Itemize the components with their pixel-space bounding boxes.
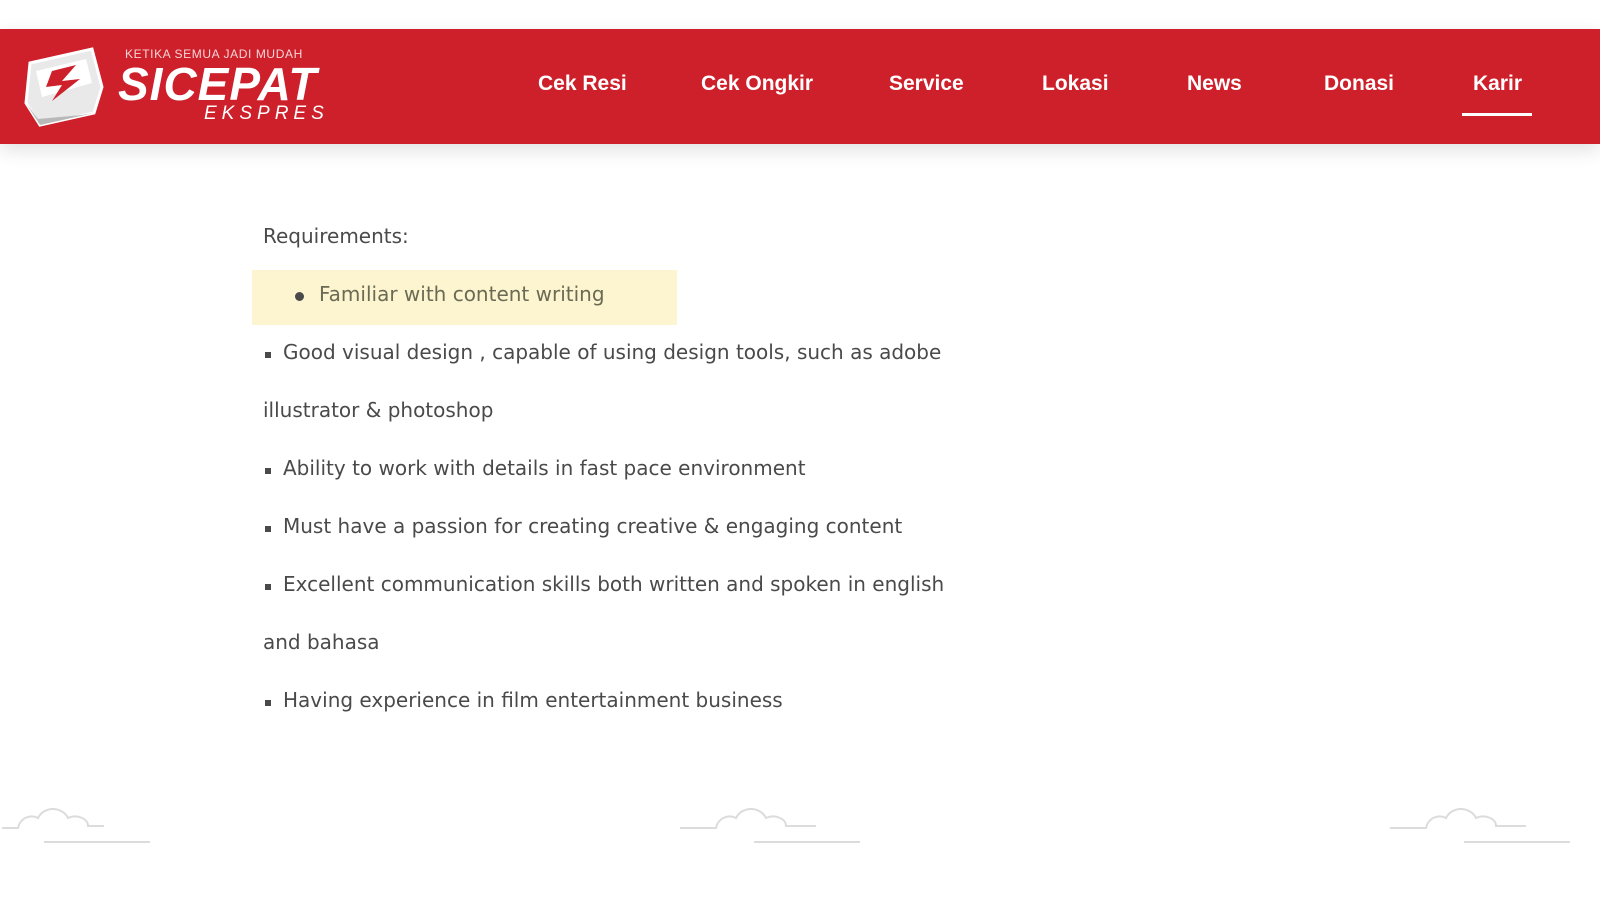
bullet-square [265, 700, 271, 706]
requirement-item-2: Ability to work with details in fast pac… [283, 456, 806, 480]
bullet-square [265, 526, 271, 532]
requirements-heading: Requirements: [263, 224, 409, 248]
highlighted-requirement-text: Familiar with content writing [319, 282, 605, 306]
cloud-icon [2, 808, 150, 843]
requirement-item-4: Excellent communication skills both writ… [283, 572, 945, 596]
main-content: Requirements: Familiar with content writ… [0, 0, 1600, 900]
page: KETIKA SEMUA JADI MUDAH SICEPAT EKSPRES … [0, 0, 1600, 900]
bullet-square [265, 352, 271, 358]
bullet-square [265, 468, 271, 474]
requirement-item-1-cont: illustrator & photoshop [263, 398, 494, 422]
requirement-item-4-cont: and bahasa [263, 630, 380, 654]
requirement-item-1: Good visual design , capable of using de… [283, 340, 942, 364]
bullet-dot [295, 292, 304, 301]
cloud-icon [680, 808, 860, 843]
cloud-icon [1390, 808, 1570, 843]
requirement-item-3: Must have a passion for creating creativ… [283, 514, 903, 538]
requirement-item-5: Having experience in film entertainment … [283, 688, 783, 712]
bullet-square [265, 584, 271, 590]
